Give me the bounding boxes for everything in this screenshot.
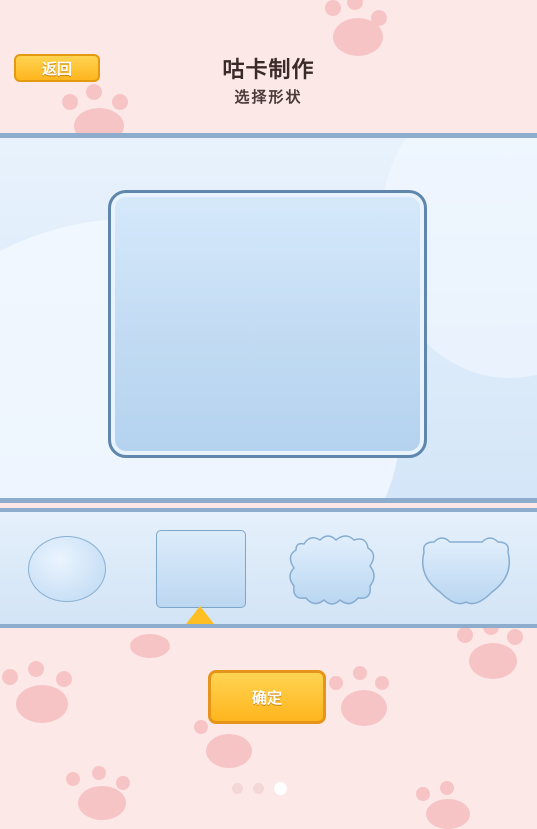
bear-shape-icon (422, 537, 510, 605)
shape-preview-frame (108, 190, 427, 458)
page-dot (253, 783, 264, 794)
selected-shape-indicator (186, 606, 214, 624)
confirm-button[interactable]: 确定 (208, 670, 326, 724)
shape-option-bear[interactable] (418, 530, 514, 610)
preview-panel (0, 133, 537, 503)
page-dot-active (274, 782, 287, 795)
shape-option-square[interactable] (156, 530, 246, 608)
cloud-shape-icon (289, 535, 375, 605)
shape-selector-panel (0, 508, 537, 628)
page-subtitle: 选择形状 (234, 88, 303, 106)
page-dot (232, 783, 243, 794)
page-title: 咕卡制作 (222, 58, 315, 83)
shape-option-cloud[interactable] (288, 532, 378, 608)
page-indicator (232, 782, 287, 795)
shape-option-circle[interactable] (28, 536, 106, 602)
